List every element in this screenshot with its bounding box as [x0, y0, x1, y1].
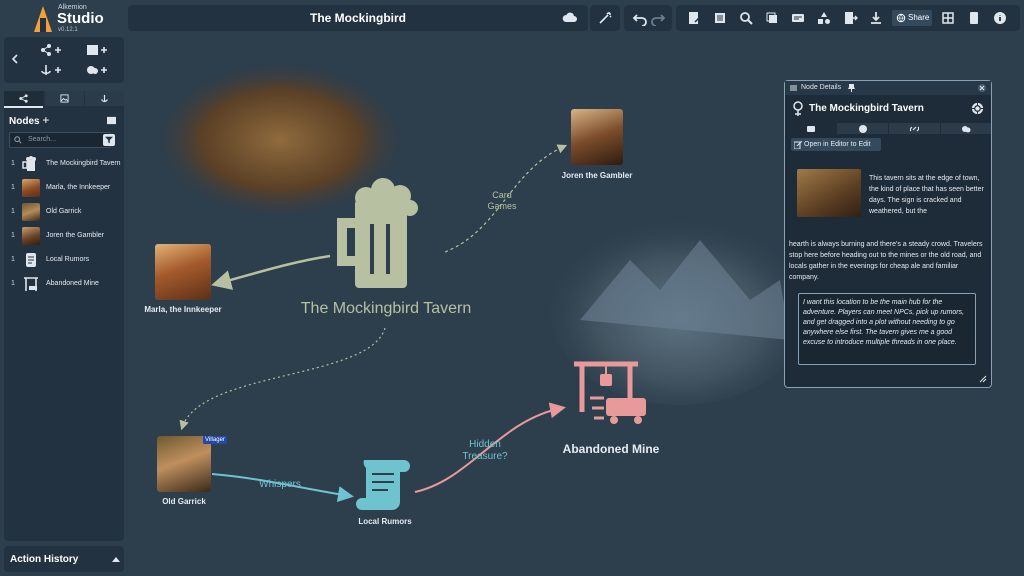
scroll-icon[interactable]	[356, 460, 410, 510]
marla-portrait[interactable]	[155, 244, 211, 300]
tavern-label[interactable]: The Mockingbird Tavern	[286, 300, 486, 318]
joren-portrait[interactable]	[571, 109, 623, 165]
joren-label[interactable]: Joren the Gambler	[548, 171, 646, 180]
edge-label-line: Hidden	[469, 439, 501, 450]
crosshair-icon[interactable]	[971, 102, 984, 115]
details-header[interactable]: Node Details	[785, 81, 991, 95]
close-icon[interactable]	[978, 84, 986, 92]
open-in-editor-label: Open in Editor to Edit	[804, 141, 871, 148]
description-text-cont: hearth is always burning and there's a s…	[789, 241, 983, 281]
mine-label[interactable]: Abandoned Mine	[545, 442, 677, 456]
edge-tavern-garrick[interactable]	[179, 327, 386, 431]
marla-label[interactable]: Marla, the Innkeeper	[130, 305, 236, 314]
group-icon	[961, 125, 970, 132]
edge-label-card-games: Card Games	[474, 190, 530, 212]
gm-notes-text: I want this location to be the main hub …	[803, 299, 965, 346]
node-details-panel: Node Details The Mockingbird Tavern Open…	[784, 80, 992, 388]
details-node-title: The Mockingbird Tavern	[809, 103, 924, 114]
tavern-thumbnail	[797, 169, 861, 217]
link-icon	[910, 126, 919, 131]
edge-label-line: Games	[487, 201, 517, 211]
rumors-label[interactable]: Local Rumors	[340, 517, 430, 526]
edit-icon	[794, 141, 802, 149]
tab-links[interactable]	[889, 123, 940, 134]
tab-info[interactable]	[837, 123, 888, 134]
tab-overview[interactable]	[785, 123, 836, 134]
details-header-title: Node Details	[801, 84, 842, 91]
garrick-label[interactable]: Old Garrick	[144, 497, 224, 506]
pin-icon[interactable]	[848, 84, 855, 92]
info-icon	[858, 124, 867, 133]
description-text: This tavern sits at the edge of town, th…	[869, 175, 984, 215]
edge-label-whispers: Whispers	[259, 479, 301, 490]
edge-label-line: Card	[492, 190, 512, 200]
card-icon	[806, 125, 815, 132]
tab-groups[interactable]	[941, 123, 991, 134]
drag-handle-icon[interactable]	[790, 85, 797, 91]
edge-tavern-marla[interactable]	[211, 254, 331, 290]
gm-notes: I want this location to be the main hub …	[798, 293, 976, 365]
garrick-portrait[interactable]	[157, 436, 211, 492]
open-in-editor-button[interactable]: Open in Editor to Edit	[791, 138, 881, 151]
edge-label-line: Treasure?	[462, 451, 508, 462]
location-pin-icon	[793, 101, 803, 116]
edge-label-hidden-treasure: Hidden Treasure?	[452, 439, 518, 463]
villager-badge: Villager	[203, 436, 227, 444]
resize-handle-icon[interactable]	[979, 375, 987, 383]
